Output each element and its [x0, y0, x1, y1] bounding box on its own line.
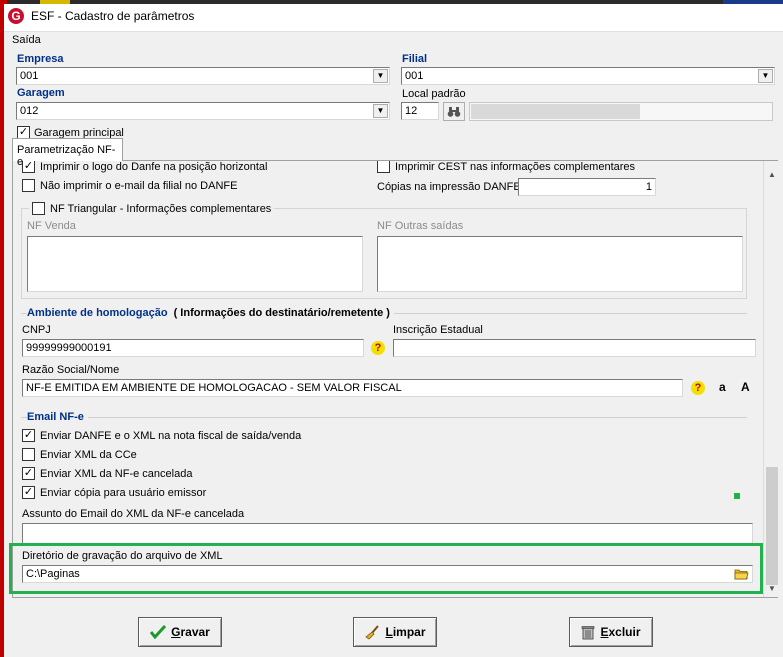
empresa-label: Empresa [17, 53, 64, 65]
cnpj-input[interactable]: 99999999000191 [22, 339, 364, 357]
app-logo-icon: G [8, 8, 24, 24]
filial-label: Filial [402, 53, 428, 65]
enviar-cce-checkbox[interactable] [22, 448, 35, 461]
top-strip [0, 0, 783, 4]
razao-input[interactable]: NF-E EMITIDA EM AMBIENTE DE HOMOLOGACAO … [22, 379, 683, 397]
enviar-copia-label: Enviar cópia para usuário emissor [40, 487, 207, 499]
cnpj-label: CNPJ [22, 324, 51, 336]
uppercase-button[interactable]: A [741, 380, 750, 394]
excluir-label: Excluir [600, 625, 641, 639]
copias-input[interactable]: 1 [518, 178, 656, 196]
highlight-box [9, 543, 763, 594]
filial-value: 001 [405, 70, 424, 82]
nf-venda-label: NF Venda [27, 220, 76, 232]
razao-help-icon[interactable]: ? [691, 381, 705, 395]
trash-icon [582, 625, 595, 639]
nfe-panel: ✓ Imprimir o logo do Danfe na posição ho… [12, 160, 778, 598]
garagem-label: Garagem [17, 87, 65, 99]
homologacao-header: Ambiente de homologação ( Informações do… [27, 307, 394, 319]
garagem-value: 012 [20, 105, 39, 117]
scroll-down-arrow-icon[interactable]: ▼ [764, 581, 780, 597]
panel-scrollbar[interactable]: ▲ ▼ [763, 161, 780, 597]
gravar-button[interactable]: Gravar [138, 617, 222, 647]
enviar-copia-checkbox[interactable]: ✓ [22, 486, 35, 499]
nf-triangular-header: NF Triangular - Informações complementar… [29, 201, 275, 216]
enviar-cce-label: Enviar XML da CCe [40, 449, 137, 461]
imprimir-cest-checkbox[interactable] [377, 161, 390, 173]
razao-label: Razão Social/Nome [22, 364, 120, 376]
gravar-label: Gravar [171, 625, 210, 639]
cnpj-help-icon[interactable]: ? [371, 341, 385, 355]
limpar-button[interactable]: Limpar [353, 617, 437, 647]
checkmark-icon [150, 625, 167, 639]
local-padrao-input[interactable]: 12 [401, 102, 439, 120]
empresa-value: 001 [20, 70, 39, 82]
garagem-combo[interactable]: 012 ▼ [16, 102, 390, 120]
nf-venda-textarea[interactable] [27, 236, 363, 292]
scroll-up-arrow-icon[interactable]: ▲ [764, 167, 780, 183]
assunto-label: Assunto do Email do XML da NF-e cancelad… [22, 508, 245, 520]
filial-combo[interactable]: 001 ▼ [401, 67, 775, 85]
razao-value: NF-E EMITIDA EM AMBIENTE DE HOMOLOGACAO … [26, 382, 402, 394]
homologacao-subtitle: ( Informações do destinatário/remetente … [173, 307, 390, 319]
homologacao-title: Ambiente de homologação [27, 307, 168, 319]
nao-imprimir-email-checkbox[interactable] [22, 179, 35, 192]
enviar-danfe-checkbox[interactable]: ✓ [22, 429, 35, 442]
email-title: Email NF-e [27, 411, 88, 423]
lowercase-button[interactable]: a [719, 380, 726, 394]
nf-outras-label: NF Outras saídas [377, 220, 464, 232]
local-padrao-label: Local padrão [402, 88, 466, 100]
empresa-combo[interactable]: 001 ▼ [16, 67, 390, 85]
binoculars-search-button[interactable] [443, 102, 465, 121]
status-dot-icon [734, 493, 740, 499]
left-strip [0, 4, 4, 657]
copias-value: 1 [645, 181, 652, 193]
imprimir-logo-checkbox[interactable]: ✓ [22, 161, 35, 173]
imprimir-logo-label: Imprimir o logo do Danfe na posição hori… [40, 161, 268, 173]
nf-triangular-label: NF Triangular - Informações complementar… [50, 202, 272, 215]
chevron-down-icon[interactable]: ▼ [373, 69, 388, 83]
chevron-down-icon[interactable]: ▼ [758, 69, 773, 83]
assunto-input[interactable] [22, 523, 753, 545]
enviar-danfe-label: Enviar DANFE e o XML na nota fiscal de s… [40, 430, 302, 442]
nf-triangular-checkbox[interactable] [32, 202, 45, 215]
tab-parametrizacao-nfe[interactable]: Parametrização NF-e [12, 138, 123, 168]
chevron-down-icon[interactable]: ▼ [373, 104, 388, 118]
scrollbar-thumb[interactable] [766, 467, 778, 585]
nf-outras-textarea[interactable] [377, 236, 743, 292]
broom-icon [365, 624, 380, 640]
excluir-button[interactable]: Excluir [569, 617, 653, 647]
enviar-cancelada-checkbox[interactable]: ✓ [22, 467, 35, 480]
imprimir-cest-label: Imprimir CEST nas informações complement… [395, 161, 636, 173]
limpar-label: Limpar [385, 625, 426, 639]
nao-imprimir-email-label: Não imprimir o e-mail da filial no DANFE [40, 180, 238, 192]
ie-label: Inscrição Estadual [393, 324, 483, 336]
binoculars-icon [447, 106, 461, 117]
local-padrao-value: 12 [405, 105, 418, 117]
enviar-cancelada-label: Enviar XML da NF-e cancelada [40, 468, 193, 480]
email-separator [21, 417, 747, 418]
cnpj-value: 99999999000191 [26, 342, 112, 354]
copias-label: Cópias na impressão DANFE [377, 181, 521, 193]
menu-saida[interactable]: Saída [12, 34, 41, 46]
local-padrao-description [469, 102, 773, 121]
ie-input[interactable] [393, 339, 756, 357]
window-title: ESF - Cadastro de parâmetros [31, 9, 195, 23]
